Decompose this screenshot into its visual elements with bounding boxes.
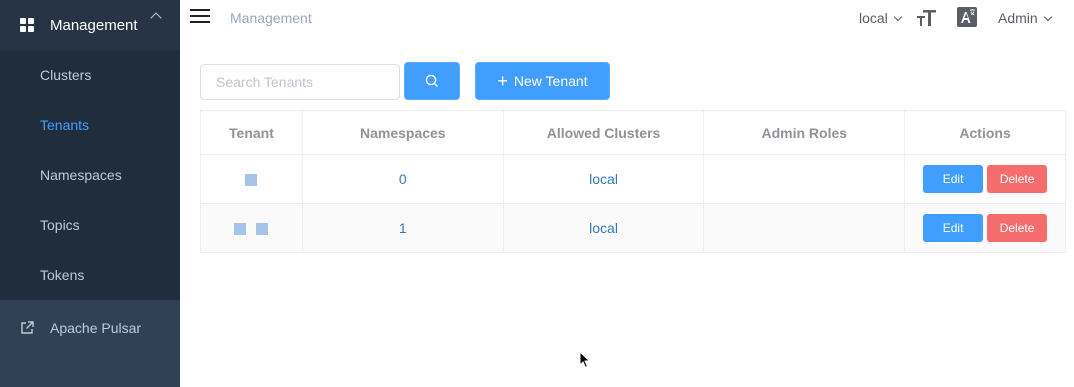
new-tenant-button[interactable]: + New Tenant <box>475 62 610 100</box>
chevron-down-icon <box>893 12 903 21</box>
allowed-clusters-cell: local <box>503 203 705 253</box>
allowed-clusters-cell: local <box>503 154 705 204</box>
table-row: 1 local Edit Delete <box>200 203 1066 253</box>
column-header-namespaces: Namespaces <box>302 110 504 155</box>
search-button[interactable] <box>404 62 460 100</box>
actions-cell: Edit Delete <box>904 203 1066 253</box>
breadcrumb: Management <box>230 10 312 26</box>
search-tenants-input[interactable] <box>200 64 400 100</box>
font-size-icon[interactable] <box>916 6 938 28</box>
admin-roles-cell <box>703 203 906 253</box>
tenant-name-link[interactable] <box>256 223 269 236</box>
mouse-cursor-icon <box>579 351 591 369</box>
namespaces-count-link[interactable]: 0 <box>399 171 407 187</box>
sidebar-item-tokens[interactable]: Tokens <box>0 250 180 300</box>
chevron-up-icon <box>150 12 162 24</box>
sidebar-item-topics[interactable]: Topics <box>0 200 180 250</box>
sidebar-item-namespaces[interactable]: Namespaces <box>0 150 180 200</box>
environment-dropdown[interactable]: local <box>859 10 903 26</box>
tenant-name-link[interactable] <box>245 174 258 187</box>
cluster-link[interactable]: local <box>589 171 618 187</box>
chevron-down-icon <box>1043 12 1052 21</box>
namespaces-count-link[interactable]: 1 <box>399 220 407 236</box>
tenant-cell <box>200 154 303 204</box>
delete-button[interactable]: Delete <box>987 214 1048 242</box>
sidebar-menu-label: Management <box>50 16 138 34</box>
column-header-tenant: Tenant <box>200 110 303 155</box>
sidebar: Management Clusters Tenants Namespaces T… <box>0 0 180 387</box>
dashboard-grid-icon <box>20 18 34 32</box>
sidebar-external-label: Apache Pulsar <box>50 320 142 336</box>
plus-icon: + <box>497 71 508 91</box>
table-row: 0 local Edit Delete <box>200 154 1066 204</box>
tenants-table: Tenant Namespaces Allowed Clusters Admin… <box>200 110 1066 253</box>
sidebar-item-clusters[interactable]: Clusters <box>0 50 180 100</box>
column-header-admin-roles: Admin Roles <box>703 110 906 155</box>
namespaces-cell: 1 <box>302 203 504 253</box>
edit-button[interactable]: Edit <box>923 165 984 193</box>
navbar: Management local Admin <box>180 0 1074 36</box>
actions-cell: Edit Delete <box>904 154 1066 204</box>
external-link-icon <box>21 321 34 334</box>
sidebar-submenu: Clusters Tenants Namespaces Topics Token… <box>0 50 180 300</box>
admin-roles-cell <box>703 154 906 204</box>
user-name: Admin <box>998 10 1038 26</box>
column-header-allowed-clusters: Allowed Clusters <box>503 110 705 155</box>
environment-label: local <box>859 10 888 26</box>
cluster-link[interactable]: local <box>589 220 618 236</box>
table-header-row: Tenant Namespaces Allowed Clusters Admin… <box>200 110 1066 155</box>
delete-button[interactable]: Delete <box>987 165 1048 193</box>
sidebar-item-apache-pulsar[interactable]: Apache Pulsar <box>0 300 180 356</box>
tenant-name-link[interactable] <box>234 223 247 236</box>
translate-icon[interactable] <box>957 7 979 29</box>
new-tenant-label: New Tenant <box>513 73 588 89</box>
search-icon <box>425 74 438 87</box>
hamburger-menu-icon[interactable] <box>190 8 210 24</box>
sidebar-item-tenants[interactable]: Tenants <box>0 100 180 150</box>
column-header-actions: Actions <box>904 110 1066 155</box>
tenant-cell <box>200 203 303 253</box>
namespaces-cell: 0 <box>302 154 504 204</box>
user-dropdown[interactable]: Admin <box>998 10 1052 26</box>
sidebar-menu-management[interactable]: Management <box>0 0 180 50</box>
edit-button[interactable]: Edit <box>923 214 984 242</box>
